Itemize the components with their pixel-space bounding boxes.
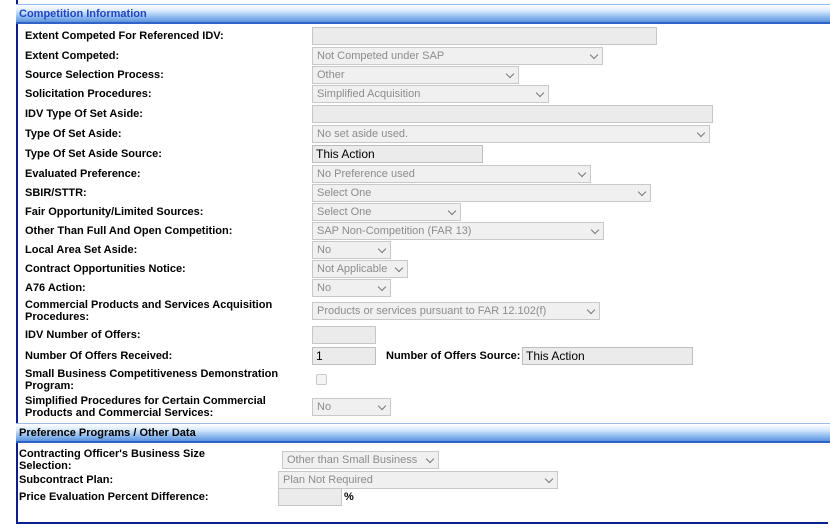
small-business-demo-label-line2: Program:: [25, 380, 74, 392]
preference-section-header: Preference Programs / Other Data: [16, 423, 830, 443]
chevron-down-icon: [577, 168, 587, 178]
number-offers-label: Number Of Offers Received:: [25, 350, 173, 362]
type-set-aside-label: Type Of Set Aside:: [25, 128, 122, 140]
evaluated-preference-select[interactable]: No Preference used: [312, 165, 591, 183]
select-value: Plan Not Required: [283, 474, 373, 486]
type-set-aside-source-field[interactable]: This Action: [312, 145, 483, 163]
select-value: Select One: [317, 206, 372, 218]
type-set-aside-source-label: Type Of Set Aside Source:: [25, 148, 162, 160]
fair-opportunity-label: Fair Opportunity/Limited Sources:: [25, 206, 204, 218]
chevron-down-icon: [447, 206, 457, 216]
extent-competed-select[interactable]: Not Competed under SAP: [312, 47, 603, 65]
select-value: No set aside used.: [317, 128, 409, 140]
chevron-down-icon: [589, 50, 599, 60]
simplified-procedures-label-line2: Products and Commercial Services:: [25, 407, 214, 419]
simplified-procedures-label-line1: Simplified Procedures for Certain Commer…: [25, 395, 266, 407]
price-evaluation-label: Price Evaluation Percent Difference:: [19, 491, 209, 503]
number-offers-field[interactable]: 1: [312, 347, 376, 365]
chevron-down-icon: [544, 474, 554, 484]
chevron-down-icon: [590, 225, 600, 235]
source-selection-select[interactable]: Other: [312, 66, 519, 84]
sbir-sttr-label: SBIR/STTR:: [25, 187, 87, 199]
percent-unit: %: [344, 491, 354, 503]
select-value: No: [317, 282, 332, 294]
evaluated-preference-label: Evaluated Preference:: [25, 168, 141, 180]
other-than-full-select[interactable]: SAP Non-Competition (FAR 13): [312, 222, 604, 240]
select-value: Simplified Acquisition: [317, 88, 421, 100]
small-business-demo-label-line1: Small Business Competitiveness Demonstra…: [25, 368, 279, 380]
idv-type-set-aside-label: IDV Type Of Set Aside:: [25, 108, 143, 120]
chevron-down-icon: [377, 282, 387, 292]
business-size-select[interactable]: Other than Small Business: [282, 451, 439, 469]
select-value: No: [317, 244, 332, 256]
select-value: Not Competed under SAP: [317, 50, 445, 62]
chevron-down-icon: [535, 88, 545, 98]
section-title: Preference Programs / Other Data: [19, 427, 196, 439]
idv-number-offers-field[interactable]: [312, 326, 376, 344]
select-value: Not Applicable: [317, 263, 388, 275]
contract-opportunities-select[interactable]: Not Applicable: [312, 260, 408, 278]
local-area-label: Local Area Set Aside:: [25, 244, 138, 256]
select-value: Other: [317, 69, 345, 81]
section-title: Competition Information: [19, 8, 147, 20]
commercial-products-select[interactable]: Products or services pursuant to FAR 12.…: [312, 302, 600, 320]
extent-competed-idv-label: Extent Competed For Referenced IDV:: [25, 30, 224, 42]
simplified-procedures-select[interactable]: No: [312, 398, 391, 416]
chevron-down-icon: [377, 244, 387, 254]
sbir-sttr-select[interactable]: Select One: [312, 184, 651, 202]
fair-opportunity-select[interactable]: Select One: [312, 203, 461, 221]
idv-type-set-aside-field[interactable]: [312, 105, 713, 123]
type-set-aside-select[interactable]: No set aside used.: [312, 125, 710, 143]
chevron-down-icon: [505, 69, 515, 79]
a76-action-select[interactable]: No: [312, 279, 391, 297]
extent-competed-idv-field[interactable]: [312, 27, 657, 45]
offers-source-field[interactable]: This Action: [522, 347, 693, 365]
select-value: No: [317, 401, 332, 413]
commercial-products-label-line2: Procedures:: [25, 311, 90, 323]
offers-source-label: Number of Offers Source:: [386, 350, 521, 362]
select-value: Select One: [317, 187, 372, 199]
idv-number-offers-label: IDV Number of Offers:: [25, 329, 141, 341]
source-selection-label: Source Selection Process:: [25, 69, 164, 81]
business-size-label-line2: Selection:: [19, 460, 72, 472]
price-evaluation-field[interactable]: [278, 488, 342, 506]
select-value: SAP Non-Competition (FAR 13): [317, 225, 472, 237]
contract-opportunities-label: Contract Opportunities Notice:: [25, 263, 186, 275]
subcontract-plan-label: Subcontract Plan:: [19, 474, 114, 486]
chevron-down-icon: [637, 187, 647, 197]
a76-action-label: A76 Action:: [25, 282, 86, 294]
chevron-down-icon: [586, 305, 596, 315]
select-value: Products or services pursuant to FAR 12.…: [317, 305, 547, 317]
competition-section-header: Competition Information: [16, 4, 830, 24]
solicitation-procedures-select[interactable]: Simplified Acquisition: [312, 85, 549, 103]
select-value: No Preference used: [317, 168, 415, 180]
chevron-down-icon: [377, 401, 387, 411]
chevron-down-icon: [696, 128, 706, 138]
solicitation-procedures-label: Solicitation Procedures:: [25, 88, 152, 100]
extent-competed-label: Extent Competed:: [25, 50, 120, 62]
commercial-products-label-line1: Commercial Products and Services Acquisi…: [25, 299, 273, 311]
business-size-label-line1: Contracting Officer's Business Size: [19, 448, 205, 460]
small-business-demo-checkbox[interactable]: [316, 374, 327, 385]
select-value: Other than Small Business: [287, 454, 418, 466]
local-area-select[interactable]: No: [312, 241, 391, 259]
chevron-down-icon: [425, 454, 435, 464]
subcontract-plan-select[interactable]: Plan Not Required: [278, 471, 558, 489]
chevron-down-icon: [394, 263, 404, 273]
other-than-full-label: Other Than Full And Open Competition:: [25, 225, 233, 237]
